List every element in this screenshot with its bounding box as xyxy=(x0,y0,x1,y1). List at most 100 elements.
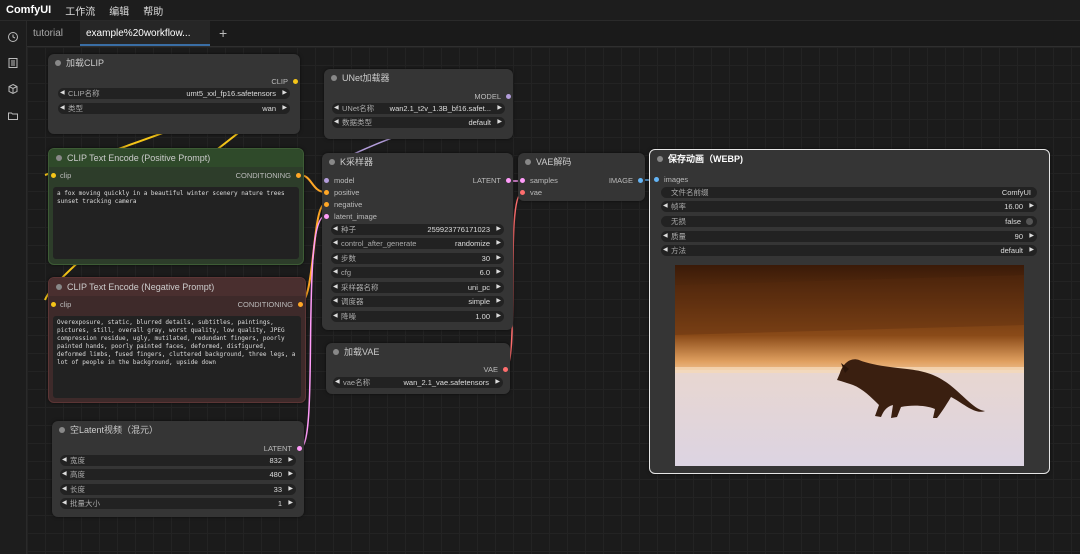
node-title: CLIP Text Encode (Positive Prompt) xyxy=(67,153,211,163)
menu-workflow[interactable]: 工作流 xyxy=(65,3,95,18)
tab-example-workflow[interactable]: example%20workflow... xyxy=(80,21,210,46)
output-label: CONDITIONING xyxy=(235,171,291,180)
input-label: clip xyxy=(60,300,72,309)
input-socket-clip[interactable] xyxy=(51,302,56,307)
collapse-dot[interactable] xyxy=(56,284,62,290)
output-label: MODEL xyxy=(474,92,501,101)
input-label: negative xyxy=(334,200,363,209)
node-empty-latent-video[interactable]: 空Latent视频（混元） LATENT ◀ 宽度 832 ▶ ◀ 高度 480 ▶ ◀ 长度… xyxy=(52,421,304,517)
workflows-icon[interactable] xyxy=(7,110,19,122)
widget-clip-name[interactable]: ◀ CLIP名称 umt5_xxl_fp16.safetensors ▶ xyxy=(58,88,290,99)
toggle-switch[interactable] xyxy=(1026,218,1033,225)
input-socket-negative[interactable] xyxy=(324,202,329,207)
input-socket-clip[interactable] xyxy=(51,173,56,178)
output-label: CLIP xyxy=(271,77,288,86)
node-unet-loader[interactable]: UNet加载器 MODEL ◀ UNet名称 wan2.1_t2v_1.3B_bf1… xyxy=(324,69,513,139)
widget-scheduler[interactable]: ◀ 调度器 simple ▶ xyxy=(331,296,504,307)
collapse-dot[interactable] xyxy=(55,60,61,66)
node-title: VAE解码 xyxy=(536,157,572,167)
node-vae-decode[interactable]: VAE解码 samples vae IMAGE xyxy=(518,153,645,201)
queue-icon[interactable] xyxy=(7,57,19,69)
widget-control-after-generate[interactable]: ◀ control_after_generate randomize ▶ xyxy=(331,238,504,249)
input-socket-samples[interactable] xyxy=(520,178,525,183)
model-library-icon[interactable] xyxy=(7,83,19,95)
output-socket-clip[interactable] xyxy=(293,79,298,84)
collapse-dot[interactable] xyxy=(329,159,335,165)
collapse-dot[interactable] xyxy=(525,159,531,165)
widget-height[interactable]: ◀ 高度 480 ▶ xyxy=(60,469,296,480)
widget-seed[interactable]: ◀ 种子 259923776171023 ▶ xyxy=(331,224,504,235)
output-label: IMAGE xyxy=(608,176,633,185)
widget-batch-size[interactable]: ◀ 批量大小 1 ▶ xyxy=(60,498,296,509)
widget-quality[interactable]: ◀ 质量 90 ▶ xyxy=(661,231,1037,242)
history-icon[interactable] xyxy=(7,31,19,43)
widget-denoise[interactable]: ◀ 降噪 1.00 ▶ xyxy=(331,311,504,322)
collapse-dot[interactable] xyxy=(331,75,337,81)
widget-method[interactable]: ◀ 方法 default ▶ xyxy=(661,245,1037,256)
node-title: 加载CLIP xyxy=(66,58,105,68)
node-title: UNet加载器 xyxy=(342,73,390,83)
widget-steps[interactable]: ◀ 步数 30 ▶ xyxy=(331,253,504,264)
widget-sampler-name[interactable]: ◀ 采样器名称 uni_pc ▶ xyxy=(331,282,504,293)
node-title: 空Latent视频（混元） xyxy=(70,425,159,435)
node-title: 保存动画（WEBP) xyxy=(668,154,743,164)
node-save-animated-webp[interactable]: 保存动画（WEBP) images 文件名前缀 ComfyUI ◀ 帧率 16.00 ▶… xyxy=(649,149,1050,474)
output-socket-conditioning[interactable] xyxy=(296,173,301,178)
sidebar xyxy=(0,21,27,554)
output-socket-conditioning[interactable] xyxy=(298,302,303,307)
widget-clip-type[interactable]: ◀ 类型 wan ▶ xyxy=(58,103,290,114)
prompt-textarea[interactable]: a fox moving quickly in a beautiful wint… xyxy=(53,187,299,259)
node-negative-prompt[interactable]: CLIP Text Encode (Negative Prompt) clip … xyxy=(48,277,306,403)
input-socket-latent[interactable] xyxy=(324,214,329,219)
node-load-clip[interactable]: 加载CLIP CLIP ◀ CLIP名称 umt5_xxl_fp16.safeten… xyxy=(48,54,300,134)
input-label: samples xyxy=(530,176,558,185)
widget-filename-prefix[interactable]: 文件名前缀 ComfyUI xyxy=(661,187,1037,198)
add-tab-button[interactable]: + xyxy=(213,21,245,46)
widget-length[interactable]: ◀ 长度 33 ▶ xyxy=(60,484,296,495)
node-ksampler[interactable]: K采样器 model positive negative latent_imag… xyxy=(322,153,513,330)
output-socket-vae[interactable] xyxy=(503,367,508,372)
output-label: LATENT xyxy=(263,444,292,453)
input-socket-images[interactable] xyxy=(654,177,659,182)
collapse-dot[interactable] xyxy=(59,427,65,433)
input-label: latent_image xyxy=(334,212,377,221)
collapse-dot[interactable] xyxy=(657,156,663,162)
widget-cfg[interactable]: ◀ cfg 6.0 ▶ xyxy=(331,267,504,278)
input-label: positive xyxy=(334,188,360,197)
node-title: K采样器 xyxy=(340,157,374,167)
node-title: 加载VAE xyxy=(344,347,380,357)
output-label: LATENT xyxy=(472,176,501,185)
widget-unet-name[interactable]: ◀ UNet名称 wan2.1_t2v_1.3B_bf16.safet... ▶ xyxy=(332,103,505,114)
prompt-textarea[interactable]: Overexposure, static, blurred details, s… xyxy=(53,316,301,398)
workflow-tabs: tutorial example%20workflow... + xyxy=(27,21,1080,47)
output-label: CONDITIONING xyxy=(237,300,293,309)
node-title: CLIP Text Encode (Negative Prompt) xyxy=(67,282,215,292)
collapse-dot[interactable] xyxy=(333,349,339,355)
collapse-dot[interactable] xyxy=(56,155,62,161)
output-socket-latent[interactable] xyxy=(506,178,511,183)
input-socket-model[interactable] xyxy=(324,178,329,183)
output-socket-model[interactable] xyxy=(506,94,511,99)
preview-image[interactable] xyxy=(675,265,1024,466)
output-socket-latent[interactable] xyxy=(297,446,302,451)
input-socket-positive[interactable] xyxy=(324,190,329,195)
node-positive-prompt[interactable]: CLIP Text Encode (Positive Prompt) clip … xyxy=(48,148,304,265)
widget-lossless[interactable]: 无损 false xyxy=(661,216,1037,227)
input-label: images xyxy=(664,175,689,184)
menu-help[interactable]: 帮助 xyxy=(143,3,163,18)
menu-bar: ComfyUI 工作流 编辑 帮助 xyxy=(0,0,1080,21)
node-load-vae[interactable]: 加载VAE VAE ◀ vae名称 wan_2.1_vae.safetensors ▶ xyxy=(326,343,510,394)
output-socket-image[interactable] xyxy=(638,178,643,183)
widget-vae-name[interactable]: ◀ vae名称 wan_2.1_vae.safetensors ▶ xyxy=(333,377,503,388)
tab-tutorial[interactable]: tutorial xyxy=(27,21,83,46)
widget-width[interactable]: ◀ 宽度 832 ▶ xyxy=(60,455,296,466)
input-socket-vae[interactable] xyxy=(520,190,525,195)
widget-weight-dtype[interactable]: ◀ 数据类型 default ▶ xyxy=(332,117,505,128)
input-label: clip xyxy=(60,171,72,180)
input-label: model xyxy=(334,176,355,185)
app-logo[interactable]: ComfyUI xyxy=(6,4,51,16)
menu-edit[interactable]: 编辑 xyxy=(109,3,129,18)
widget-fps[interactable]: ◀ 帧率 16.00 ▶ xyxy=(661,201,1037,212)
output-label: VAE xyxy=(483,365,498,374)
input-label: vae xyxy=(530,188,543,197)
